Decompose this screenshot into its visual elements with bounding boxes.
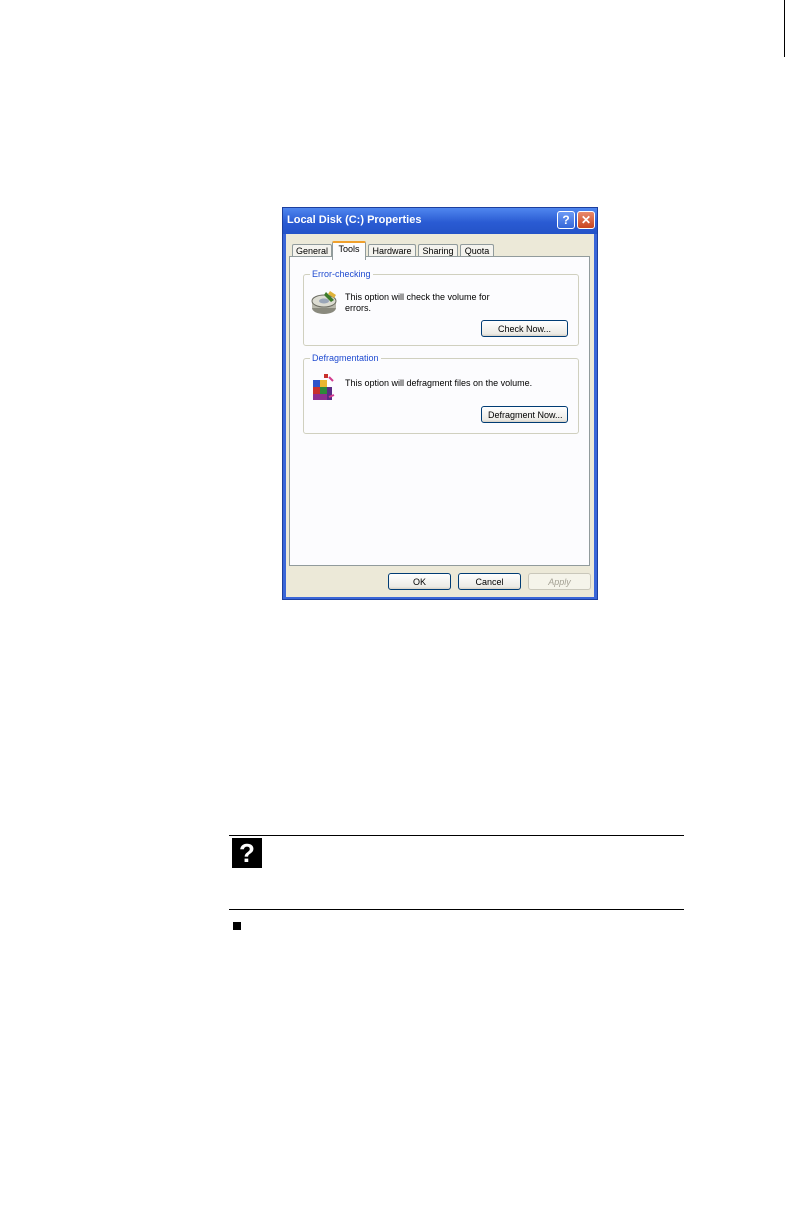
defragmentation-title: Defragmentation: [310, 353, 381, 363]
error-checking-title: Error-checking: [310, 269, 373, 279]
title-bar[interactable]: Local Disk (C:) Properties ? ✕: [283, 208, 597, 234]
callout-bottom-rule: [229, 909, 684, 910]
tools-tab-panel: Error-checking This option will check th…: [289, 256, 590, 566]
check-now-button[interactable]: Check Now...: [481, 320, 568, 337]
ok-button[interactable]: OK: [388, 573, 451, 590]
page-edge-rule: [784, 0, 785, 57]
dialog-client-area: General Tools Hardware Sharing Quota Err…: [286, 234, 594, 597]
close-button[interactable]: ✕: [577, 211, 595, 229]
help-icon: ?: [232, 838, 262, 868]
defragmentation-description: This option will defragment files on the…: [345, 378, 533, 388]
properties-dialog: Local Disk (C:) Properties ? ✕ General T…: [282, 207, 598, 600]
dialog-title: Local Disk (C:) Properties: [287, 214, 422, 226]
error-checking-group: Error-checking This option will check th…: [303, 269, 579, 346]
cancel-button[interactable]: Cancel: [458, 573, 521, 590]
defragment-icon: [313, 374, 335, 400]
square-bullet-icon: [233, 922, 241, 930]
defragmentation-group: Defragmentation This option will defragm…: [303, 353, 579, 434]
disk-check-icon: [311, 291, 337, 314]
defragment-now-button[interactable]: Defragment Now...: [481, 406, 568, 423]
error-checking-description: This option will check the volume for er…: [345, 292, 490, 313]
apply-button[interactable]: Apply: [528, 573, 591, 590]
callout-top-rule: [229, 835, 684, 836]
help-button[interactable]: ?: [557, 211, 575, 229]
tab-tools[interactable]: Tools: [332, 241, 366, 260]
